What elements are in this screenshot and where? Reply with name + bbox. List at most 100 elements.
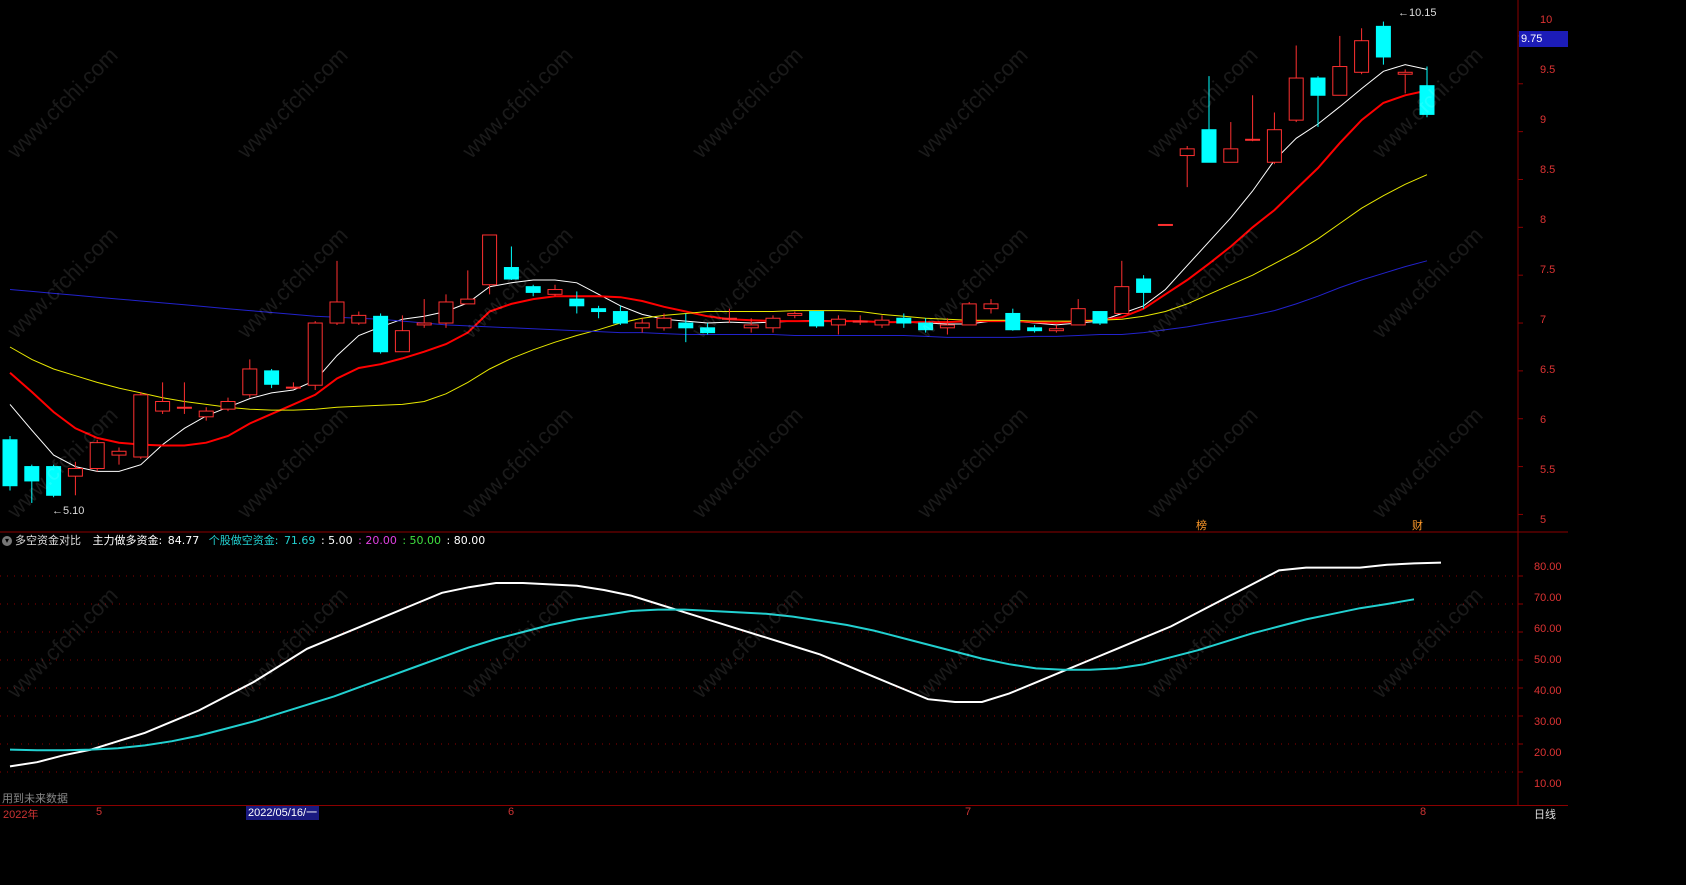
candle-body-up <box>285 386 301 389</box>
candle-body-down <box>678 322 694 329</box>
ma-line-yellow <box>9 174 1428 411</box>
sub-y-tick-label: 20.00 <box>1534 747 1562 759</box>
y-tick-label: 10 <box>1540 14 1553 26</box>
candle-body-down <box>46 466 62 496</box>
x-label-year: 2022年 <box>3 809 39 821</box>
level-50: : 50.00 <box>402 534 442 547</box>
level-20: : 20.00 <box>358 534 397 547</box>
candle-body-up <box>1048 328 1064 332</box>
sub-y-tick-label: 70.00 <box>1534 592 1562 604</box>
y-tick-label: 6 <box>1540 414 1547 426</box>
candle-body-up <box>787 312 803 316</box>
long-fund-label: 主力做多资金: <box>92 534 163 547</box>
candle-body-down <box>1005 312 1021 331</box>
candle-body-up <box>1266 129 1282 163</box>
candle-body-down <box>2 439 18 487</box>
candle-body-up <box>329 301 345 324</box>
candle-body-up <box>111 450 127 456</box>
candle-body-down <box>525 286 541 293</box>
short-fund-value: 71.69 <box>283 534 316 547</box>
candle-body-up <box>1245 138 1261 141</box>
y-tick-label: 5.5 <box>1540 464 1556 476</box>
level-5: : 5.00 <box>320 534 353 547</box>
candle-body-up <box>765 317 781 329</box>
chart-canvas[interactable] <box>0 0 1568 823</box>
y-tick-label: 7 <box>1540 314 1547 326</box>
candle-body-up <box>743 324 759 329</box>
candle-body-down <box>1375 25 1391 58</box>
candle-body-up <box>438 301 454 324</box>
candle-body-up <box>656 317 672 329</box>
candle-body-up <box>155 401 171 412</box>
x-label-aug: 8 <box>1420 806 1427 818</box>
candle-body-up <box>307 322 323 386</box>
low-price-value: 5.10 <box>63 505 85 517</box>
long-fund-line <box>9 561 1442 768</box>
candle-body-up <box>351 314 367 324</box>
candle-body-up <box>133 394 149 458</box>
candle-body-down <box>591 308 607 313</box>
candle-body-down <box>1027 327 1043 332</box>
candle-body-up <box>852 320 868 323</box>
arrow-left-icon: ← <box>52 505 63 517</box>
candle-body-up <box>1070 308 1086 326</box>
candle-body-down <box>569 298 585 307</box>
high-price-value: 10.15 <box>1409 7 1437 19</box>
sub-y-tick-label: 40.00 <box>1534 685 1562 697</box>
candle-body-down <box>1419 85 1435 115</box>
low-price-annotation: ←5.10 <box>52 505 84 517</box>
future-data-note: 用到未来数据 <box>2 792 68 805</box>
ma-line-blue <box>9 260 1428 338</box>
period-selector[interactable]: 日线 <box>1534 806 1556 822</box>
candle-body-down <box>503 267 519 280</box>
candle-body-up <box>198 410 214 418</box>
x-label-jun: 6 <box>508 806 515 818</box>
candle-body-up <box>416 322 432 326</box>
y-tick-label: 8 <box>1540 214 1547 226</box>
indicator-name[interactable]: 多空资金对比 <box>15 534 81 547</box>
candle-body-up <box>961 303 977 326</box>
candle-body-down <box>1201 129 1217 163</box>
candle-body-up <box>939 324 955 329</box>
candle-body-up <box>874 319 890 326</box>
flag-bang[interactable]: 榜 <box>1196 517 1207 533</box>
indicator-menu-icon[interactable]: ▾ <box>2 536 12 546</box>
candle-body-up <box>1354 40 1370 73</box>
flag-cai[interactable]: 财 <box>1412 517 1423 533</box>
ma-line-white <box>9 64 1428 472</box>
candle-body-up <box>242 368 258 396</box>
sub-y-tick-label: 80.00 <box>1534 561 1562 573</box>
candle-body-up <box>1223 148 1239 163</box>
long-fund-value: 84.77 <box>167 534 200 547</box>
y-tick-label: 9 <box>1540 114 1547 126</box>
sub-y-tick-label: 60.00 <box>1534 623 1562 635</box>
y-tick-label: 8.5 <box>1540 164 1556 176</box>
y-tick-label: 6.5 <box>1540 364 1556 376</box>
short-fund-label: 个股做空资金: <box>208 534 279 547</box>
candle-body-up <box>1397 71 1413 75</box>
candle-body-down <box>1310 77 1326 96</box>
candle-body-up <box>460 298 476 305</box>
candle-body-up <box>220 401 236 410</box>
candle-body-up <box>89 442 105 469</box>
candle-body-down <box>264 370 280 385</box>
current-price-tag: 9.75 <box>1519 31 1568 47</box>
level-80: : 80.00 <box>446 534 486 547</box>
sub-y-tick-label: 30.00 <box>1534 716 1562 728</box>
candle-body-up <box>983 303 999 310</box>
arrow-left-icon: ← <box>1398 7 1409 19</box>
candle-body-up <box>1288 77 1304 121</box>
sub-y-tick-label: 10.00 <box>1534 778 1562 790</box>
x-label-may: 5 <box>96 806 103 818</box>
high-price-annotation: ←10.15 <box>1398 7 1437 19</box>
candle-body-down <box>24 466 40 482</box>
cursor-date: 2022/05/16/一 <box>246 806 320 820</box>
candle-body-up <box>67 467 83 477</box>
candle-body-up <box>1157 223 1173 226</box>
candle-body-up <box>482 234 498 286</box>
candle-body-down <box>896 317 912 324</box>
candle-body-up <box>1179 148 1195 157</box>
candle-body-up <box>634 322 650 329</box>
indicator-legend: ▾ 多空资金对比 主力做多资金: 84.77 个股做空资金: 71.69 : 5.… <box>2 532 487 548</box>
candle-body-up <box>721 317 737 320</box>
